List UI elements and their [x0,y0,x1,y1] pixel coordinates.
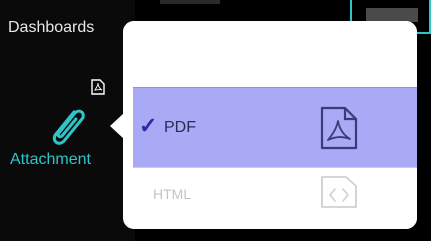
html-file-icon [321,176,357,208]
option-pdf-label: PDF [164,119,196,136]
background-tile-inner [366,8,418,22]
popover-arrow [110,113,124,139]
background-toolbar-shape [160,0,220,4]
option-html-label: HTML [153,186,192,202]
option-html[interactable]: HTML [133,168,417,229]
checkmark-icon: ✓ [139,113,158,138]
export-format-popover: ✓ PDF HTML [123,21,417,229]
attachment-label[interactable]: Attachment [10,151,91,169]
option-pdf[interactable]: ✓ PDF [133,87,417,168]
sidebar-item-dashboards[interactable]: Dashboards [8,19,94,37]
pdf-file-icon [320,106,358,150]
pdf-file-icon [91,79,105,95]
paperclip-icon[interactable] [44,104,92,152]
popover-header [123,21,417,87]
